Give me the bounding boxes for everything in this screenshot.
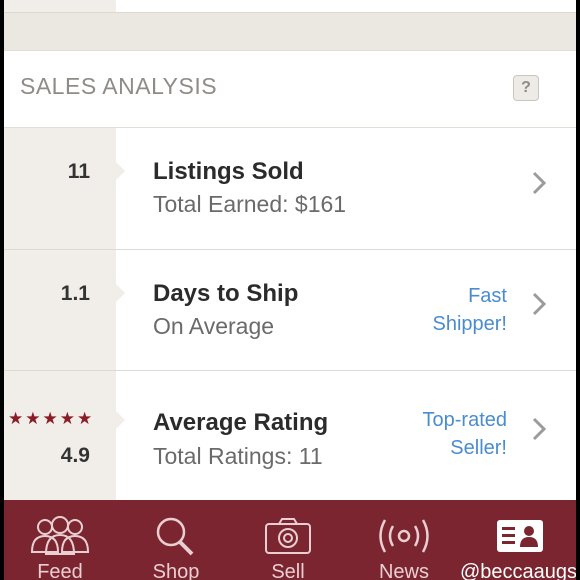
rating-stars: ★★★★★: [8, 409, 95, 428]
row-subtitle: On Average: [153, 313, 275, 339]
days-to-ship-row[interactable]: 1.1 Days to Ship On Average Fast Shipper…: [4, 250, 576, 371]
tab-label: Feed: [37, 561, 83, 580]
fast-shipper-badge: Fast Shipper!: [432, 285, 508, 335]
tab-shop[interactable]: Shop: [124, 500, 228, 580]
tab-label: Shop: [152, 561, 200, 580]
chevron-right-icon: [532, 292, 547, 316]
row-subtitle: Total Earned: $161: [153, 191, 347, 217]
row-title: Average Rating: [153, 409, 329, 436]
top-rated-badge: Top-rated Seller!: [422, 409, 508, 459]
tab-feed[interactable]: Feed: [8, 500, 112, 580]
listings-sold-count: 11: [67, 160, 90, 183]
tab-news[interactable]: News: [352, 500, 456, 580]
search-icon: [156, 517, 194, 556]
tab-label: News: [378, 561, 429, 580]
average-rating-value: 4.9: [60, 444, 90, 467]
broadcast-icon: [379, 519, 429, 553]
section-title: SALES ANALYSIS: [20, 73, 218, 99]
people-icon: [30, 516, 90, 555]
average-rating-row[interactable]: ★★★★★ 4.9 Average Rating Total Ratings: …: [4, 371, 576, 500]
tab-label: Sell: [271, 561, 305, 580]
tab-label: @beccaaugs: [460, 561, 576, 580]
row-title: Days to Ship: [153, 280, 299, 307]
chevron-right-icon: [532, 417, 547, 441]
tab-sell[interactable]: Sell: [236, 500, 340, 580]
sales-analysis-header: SALES ANALYSIS ?: [4, 50, 576, 128]
days-to-ship-value: 1.1: [60, 282, 90, 305]
tab-profile[interactable]: @beccaaugs: [460, 500, 576, 580]
row-title: Listings Sold: [153, 158, 304, 185]
previous-card: [4, 0, 576, 13]
bottom-tab-bar: Feed Shop Sell News @beccaaugs: [4, 500, 576, 580]
row-subtitle: Total Ratings: 11: [153, 443, 323, 469]
help-button[interactable]: ?: [513, 75, 539, 101]
camera-icon: [265, 518, 311, 554]
profile-card-icon: [497, 520, 543, 552]
chevron-right-icon: [532, 171, 547, 195]
app-screen: SALES ANALYSIS ? 11 Listings Sold Total …: [4, 0, 576, 580]
listings-sold-row[interactable]: 11 Listings Sold Total Earned: $161: [4, 128, 576, 250]
